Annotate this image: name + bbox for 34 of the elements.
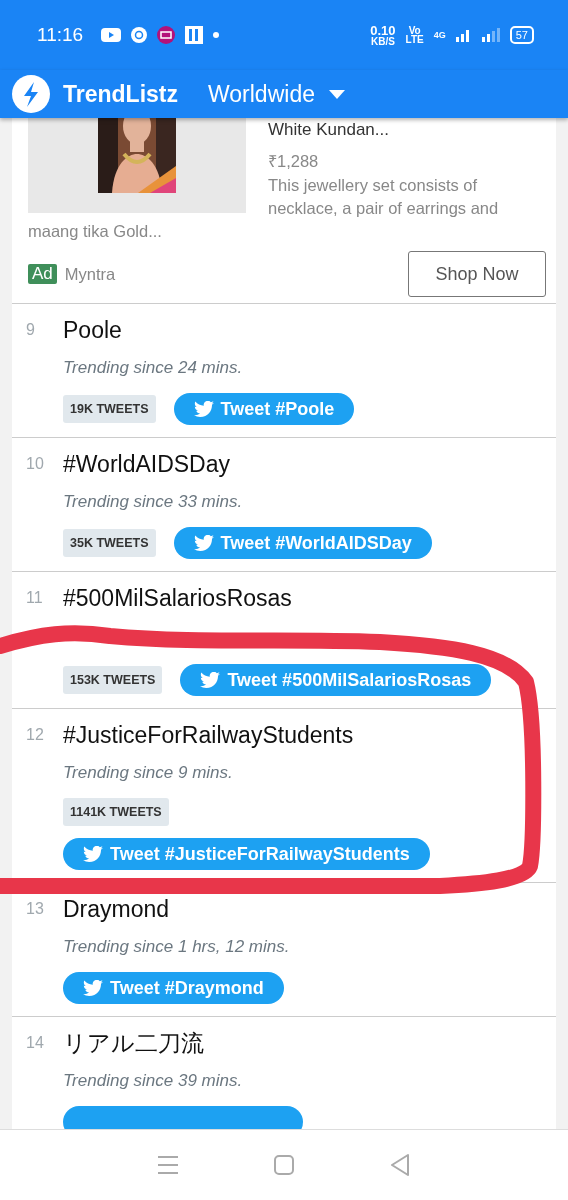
app-title: TrendListz xyxy=(63,80,178,108)
tweet-count: 19K TWEETS xyxy=(63,395,156,423)
network-speed: 0.10 KB/S xyxy=(370,24,396,46)
trending-since: Trending since 9 mins. xyxy=(63,762,233,784)
ad-price: ₹1,288 xyxy=(267,151,320,172)
trend-name[interactable]: Poole xyxy=(63,316,122,344)
trend-name[interactable]: #WorldAIDSDay xyxy=(63,450,231,478)
trend-name[interactable]: #500MilSalariosRosas xyxy=(63,584,292,612)
trending-since: Trending since 33 mins. xyxy=(63,491,243,513)
trend-rank: 12 xyxy=(26,725,45,745)
trending-since: Trending since 24 mins. xyxy=(63,357,243,379)
trend-rank: 14 xyxy=(26,1033,45,1053)
trending-since: Trending since 39 mins. xyxy=(63,1070,243,1092)
tweet-count: 153K TWEETS xyxy=(63,666,163,694)
shop-now-button[interactable]: Shop Now xyxy=(408,251,546,297)
trend-name[interactable]: Draymond xyxy=(63,895,170,923)
trend-name[interactable]: リアル二刀流 xyxy=(63,1029,204,1057)
ad-description: This jewellery set consists of necklace, a pair of earrings and maang tika Gold... xyxy=(28,175,500,242)
ad-title: White Kundan... xyxy=(267,119,390,141)
trending-since: Trending since 1 hrs, 12 mins. xyxy=(63,936,290,958)
trend-rank: 9 xyxy=(26,320,36,340)
trend-rank: 10 xyxy=(26,454,45,474)
battery-indicator: 57 xyxy=(509,26,534,44)
clock: 11:16 xyxy=(37,24,84,46)
tweet-count: 35K TWEETS xyxy=(63,529,156,557)
trend-rank: 11 xyxy=(26,588,44,608)
trend-rank: 13 xyxy=(26,899,45,919)
network-type: 4G xyxy=(433,30,446,40)
tweet-count: 1141K TWEETS xyxy=(63,798,169,826)
ad-label: Ad xyxy=(28,264,57,284)
advertiser-name: Myntra xyxy=(64,264,116,284)
trend-name[interactable]: #JusticeForRailwayStudents xyxy=(63,721,354,749)
volte-indicator: Vo LTE xyxy=(405,26,424,44)
region-dropdown[interactable]: Worldwide xyxy=(208,80,345,108)
